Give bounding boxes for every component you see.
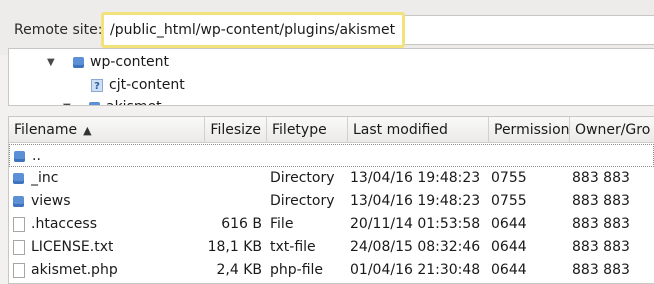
file-row[interactable]: LICENSE.txt 18,1 KB txt-file 24/08/15 08… (9, 236, 654, 259)
column-header-owner-group[interactable]: Owner/Gro (570, 117, 654, 143)
sort-ascending-icon: ▲ (83, 124, 92, 137)
file-name: .. (32, 148, 41, 164)
file-row[interactable]: _inc Directory 13/04/16 19:48:23 0755 88… (9, 167, 654, 190)
folder-icon (13, 196, 24, 207)
remote-path-input[interactable] (101, 12, 405, 48)
folder-icon (14, 151, 25, 162)
file-name: views (31, 193, 71, 209)
file-type: php-file (270, 262, 324, 278)
tree-item-akismet[interactable]: ▼ akismet (63, 96, 162, 106)
file-owner: 883 883 (572, 239, 630, 255)
remote-file-list[interactable]: Filename ▲ Filesize Filetype Last modifie… (8, 116, 654, 284)
column-header-filesize[interactable]: Filesize (205, 117, 267, 143)
file-name: .htaccess (31, 216, 97, 232)
unknown-folder-icon: ? (91, 78, 103, 92)
file-list-header: Filename ▲ Filesize Filetype Last modifie… (9, 117, 654, 143)
file-permission: 0644 (491, 216, 527, 232)
column-header-filename[interactable]: Filename ▲ (9, 117, 205, 143)
file-type: txt-file (270, 239, 316, 255)
file-permission: 0644 (491, 239, 527, 255)
file-modified: 13/04/16 19:48:23 (350, 193, 481, 209)
file-modified: 24/08/15 08:32:46 (350, 239, 481, 255)
tree-item-label: wp-content (90, 54, 169, 70)
tree-item-wp-content[interactable]: ▼ wp-content (47, 51, 169, 73)
file-owner: 883 883 (572, 193, 630, 209)
file-size: 18,1 KB (207, 239, 262, 255)
column-header-permission[interactable]: Permission (489, 117, 570, 143)
file-owner: 883 883 (572, 170, 630, 186)
column-header-last-modified[interactable]: Last modified (348, 117, 489, 143)
file-type: Directory (270, 193, 335, 209)
tree-item-cjt-content[interactable]: ? cjt-content (91, 74, 185, 96)
remote-site-bar: Remote site: (0, 0, 654, 55)
expand-triangle-icon[interactable]: ▼ (63, 102, 75, 106)
file-size (205, 190, 262, 213)
file-size: 2,4 KB (216, 262, 263, 278)
remote-path-field-extension[interactable] (404, 15, 654, 45)
file-type: File (270, 216, 294, 232)
file-row-parent[interactable]: .. (9, 144, 654, 167)
file-modified: 01/04/16 21:30:48 (350, 262, 481, 278)
tree-item-label: akismet (106, 99, 162, 105)
remote-directory-tree[interactable]: ▼ wp-content ? cjt-content ▼ akismet (8, 48, 654, 106)
folder-icon (89, 101, 100, 105)
folder-icon (13, 173, 24, 184)
folder-icon (73, 56, 84, 68)
file-size: 616 B (221, 216, 262, 232)
file-icon (13, 217, 25, 232)
file-owner: 883 883 (572, 262, 630, 278)
file-permission: 0755 (491, 170, 527, 186)
expand-triangle-icon[interactable]: ▼ (47, 57, 59, 68)
file-row[interactable]: .htaccess 616 B File 20/11/14 01:53:58 0… (9, 213, 654, 236)
file-name: LICENSE.txt (31, 239, 114, 255)
file-modified: 13/04/16 19:48:23 (350, 170, 481, 186)
file-row[interactable]: akismet.php 2,4 KB php-file 01/04/16 21:… (9, 259, 654, 282)
remote-site-label: Remote site: (14, 22, 103, 38)
file-permission: 0755 (491, 193, 527, 209)
file-size (205, 167, 262, 190)
file-permission: 0644 (491, 262, 527, 278)
file-icon (13, 263, 25, 278)
tree-item-label: cjt-content (109, 77, 185, 93)
file-name: akismet.php (31, 262, 118, 278)
file-name: _inc (31, 170, 59, 186)
file-owner: 883 883 (572, 216, 630, 232)
file-icon (13, 240, 25, 255)
file-type: Directory (270, 170, 335, 186)
file-row[interactable]: views Directory 13/04/16 19:48:23 0755 8… (9, 190, 654, 213)
column-header-filetype[interactable]: Filetype (267, 117, 348, 143)
file-modified: 20/11/14 01:53:58 (350, 216, 481, 232)
